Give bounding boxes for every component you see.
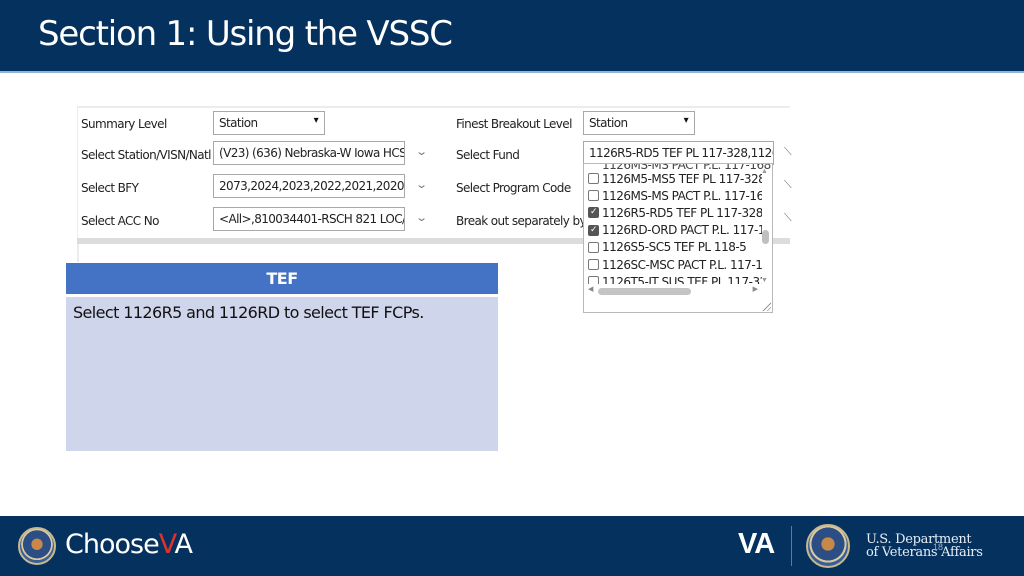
fund-option[interactable]: 1126M5-MS5 TEF PL 117-328: [584, 170, 762, 187]
tef-callout: TEF Select 1126R5 and 1126RD to select T…: [66, 263, 498, 451]
fund-option-label: 1126R5-RD5 TEF PL 117-328: [602, 205, 762, 220]
scroll-left-icon[interactable]: ◀: [588, 285, 593, 293]
fund-dropdown-list[interactable]: 1126MS-MS PACT P.L. 117-168 1126M5-MS5 T…: [583, 163, 773, 313]
acc-chevron-down-icon[interactable]: ⌄: [415, 211, 428, 224]
fund-value: 1126R5-RD5 TEF PL 117-328,1126R: [589, 146, 774, 160]
checkbox-icon[interactable]: [588, 241, 599, 253]
vertical-scrollbar[interactable]: ▲ ▼: [761, 168, 770, 284]
fund-option-label: 1126T5-IT SUS TEF PL 117-328: [602, 274, 762, 284]
scroll-up-icon[interactable]: ▲: [761, 168, 768, 175]
fund-option-label: 1126SC-MSC PACT P.L. 117-16: [602, 257, 762, 272]
acc-select[interactable]: <All>,810034401-RSCH 821 LOC/4: [213, 207, 405, 231]
panel-edge: [77, 244, 79, 262]
department-name: U.S. Department of Veterans Affairs: [866, 533, 983, 559]
resize-handle-icon[interactable]: [761, 301, 771, 311]
bfy-value: 2073,2024,2023,2022,2021,2020,20: [219, 179, 405, 193]
fund-option[interactable]: 1126MS-MS PACT P.L. 117-168: [584, 187, 762, 204]
checkbox-icon[interactable]: [588, 190, 599, 202]
department-seal-icon: [806, 524, 850, 568]
break-out-chevron-icon[interactable]: ⟍: [784, 212, 792, 225]
choose-v-check: V: [158, 529, 176, 560]
scroll-right-icon[interactable]: ▶: [753, 285, 758, 293]
acc-value: <All>,810034401-RSCH 821 LOC/4: [219, 212, 405, 226]
fund-option[interactable]: ✓ 1126R5-RD5 TEF PL 117-328: [584, 204, 762, 221]
checkbox-checked-icon[interactable]: ✓: [588, 207, 599, 219]
finest-breakout-label: Finest Breakout Level: [456, 117, 572, 131]
station-label: Select Station/VISN/Natl: [81, 148, 212, 162]
chevron-down-icon: ▾: [313, 115, 319, 126]
horizontal-scrollbar[interactable]: ◀ ▶: [588, 286, 758, 296]
fund-label: Select Fund: [456, 148, 520, 162]
bfy-chevron-down-icon[interactable]: ⌄: [415, 178, 428, 191]
department-line-2: of Veterans Affairs: [866, 545, 983, 560]
callout-body: Select 1126R5 and 1126RD to select TEF F…: [66, 297, 498, 451]
break-out-label: Break out separately by: [456, 214, 587, 228]
dropdown-items: 1126M5-MS5 TEF PL 117-328 1126MS-MS PACT …: [584, 170, 762, 284]
slide-title: Section 1: Using the VSSC: [38, 14, 453, 54]
program-code-label: Select Program Code: [456, 181, 571, 195]
bfy-select[interactable]: 2073,2024,2023,2022,2021,2020,20: [213, 174, 405, 198]
program-code-chevron-icon[interactable]: ⟍: [784, 179, 792, 192]
callout-text: Select 1126R5 and 1126RD to select TEF F…: [73, 303, 424, 322]
summary-level-value: Station: [219, 116, 258, 130]
checkbox-checked-icon[interactable]: ✓: [588, 224, 599, 236]
callout-title: TEF: [66, 263, 498, 294]
fund-select[interactable]: 1126R5-RD5 TEF PL 117-328,1126R: [583, 141, 774, 165]
chevron-down-icon: ▾: [683, 115, 689, 126]
header-bar: Section 1: Using the VSSC: [0, 0, 1024, 73]
footer-bar: ChooseVA VA U.S. Department of Veterans …: [0, 516, 1024, 576]
fund-option[interactable]: ✓ 1126RD-ORD PACT P.L. 117-16: [584, 222, 762, 239]
scroll-thumb[interactable]: [762, 230, 769, 244]
fund-option-label: 1126M5-MS5 TEF PL 117-328: [602, 171, 762, 186]
fund-option[interactable]: 1126T5-IT SUS TEF PL 117-328: [584, 273, 762, 284]
slide: Section 1: Using the VSSC Summary Level …: [0, 0, 1024, 576]
checkbox-icon[interactable]: [588, 173, 599, 185]
station-select[interactable]: (V23) (636) Nebraska-W Iowa HCS: [213, 141, 405, 165]
horizontal-scroll-thumb[interactable]: [598, 288, 691, 295]
choose-a: A: [174, 529, 193, 560]
fund-option[interactable]: 1126S5-SC5 TEF PL 118-5: [584, 239, 762, 256]
choose-text: Choose: [65, 529, 160, 560]
fund-option-label: 1126RD-ORD PACT P.L. 117-16: [602, 223, 762, 238]
checkbox-icon[interactable]: [588, 276, 599, 284]
va-seal-icon: [18, 527, 56, 565]
va-logo: VA: [738, 528, 775, 560]
fund-chevron-icon[interactable]: ⟍: [784, 146, 792, 159]
checkbox-icon[interactable]: [588, 259, 599, 271]
fund-option[interactable]: 1126SC-MSC PACT P.L. 117-16: [584, 256, 762, 273]
fund-option-label: 1126S5-SC5 TEF PL 118-5: [602, 240, 747, 255]
bfy-label: Select BFY: [81, 181, 139, 195]
station-value: (V23) (636) Nebraska-W Iowa HCS: [219, 146, 405, 160]
finest-breakout-select[interactable]: Station ▾: [583, 111, 695, 135]
finest-breakout-value: Station: [589, 116, 628, 130]
footer-divider: [791, 526, 792, 566]
scroll-down-icon[interactable]: ▼: [761, 277, 768, 284]
fund-option-label: 1126MS-MS PACT P.L. 117-168: [602, 188, 762, 203]
station-chevron-down-icon[interactable]: ⌄: [415, 145, 428, 158]
choose-va-logo: ChooseVA: [65, 529, 193, 560]
summary-level-label: Summary Level: [81, 117, 167, 131]
acc-label: Select ACC No: [81, 214, 160, 228]
page-number: 18: [933, 542, 944, 552]
summary-level-select[interactable]: Station ▾: [213, 111, 325, 135]
